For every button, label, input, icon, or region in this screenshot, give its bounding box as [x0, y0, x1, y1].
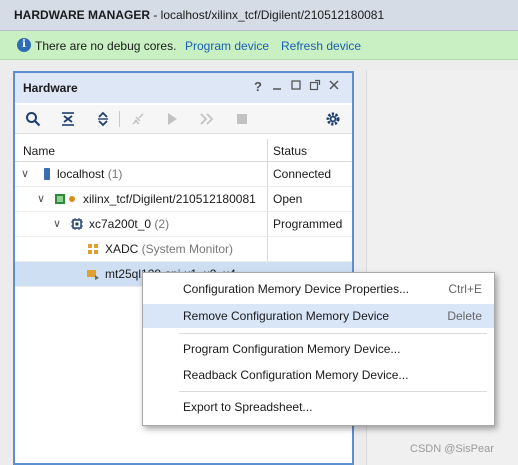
status-dot-icon: [68, 193, 76, 205]
row-status: Programmed: [273, 217, 343, 231]
panel-title-bar: Hardware ?: [15, 73, 352, 103]
menu-item-label: Readback Configuration Memory Device...: [183, 368, 409, 382]
auto-connect-icon[interactable]: [129, 110, 147, 128]
row-name: XADC (System Monitor): [105, 242, 234, 256]
menu-item-export[interactable]: Export to Spreadsheet...: [143, 395, 494, 419]
menu-item-program[interactable]: Program Configuration Memory Device...: [143, 337, 494, 361]
menu-item-shortcut: Delete: [447, 309, 482, 323]
context-menu: Configuration Memory Device Properties..…: [142, 272, 495, 426]
gear-icon[interactable]: [324, 110, 342, 128]
column-status-header[interactable]: Status: [273, 144, 307, 158]
row-status: Open: [273, 192, 303, 206]
server-icon: [41, 168, 53, 180]
menu-item-readback[interactable]: Readback Configuration Memory Device...: [143, 363, 494, 387]
info-icon: i: [17, 38, 31, 52]
chip-icon: [71, 218, 83, 230]
row-name: xilinx_tcf/Digilent/210512180081: [83, 192, 256, 206]
tree-header: Name Status: [15, 139, 352, 162]
menu-item-label: Export to Spreadsheet...: [183, 400, 313, 414]
panel-title: Hardware: [23, 81, 78, 95]
search-icon[interactable]: [24, 110, 42, 128]
program-device-link[interactable]: Program device: [185, 39, 269, 53]
menu-separator: [179, 391, 487, 392]
maximize-icon[interactable]: [288, 79, 304, 94]
toolbar-separator: [119, 111, 120, 127]
info-banner: i There are no debug cores. Program devi…: [0, 31, 518, 60]
refresh-device-link[interactable]: Refresh device: [281, 39, 361, 53]
column-name-header[interactable]: Name: [23, 144, 55, 158]
row-name: xc7a200t_0 (2): [89, 217, 170, 231]
banner-message: There are no debug cores.: [35, 39, 177, 53]
stop-icon[interactable]: [233, 110, 251, 128]
close-icon[interactable]: [326, 79, 342, 94]
menu-item-label: Remove Configuration Memory Device: [183, 309, 390, 323]
menu-item-shortcut: Ctrl+E: [448, 282, 482, 296]
menu-item-label: Configuration Memory Device Properties..…: [183, 282, 410, 296]
menu-separator: [179, 333, 487, 334]
panel-toolbar: [15, 105, 352, 134]
menu-item-label: Program Configuration Memory Device...: [183, 342, 401, 356]
minimize-icon[interactable]: [269, 79, 285, 94]
help-icon[interactable]: ?: [250, 79, 266, 94]
tree-row-localhost[interactable]: ∨ localhost (1) Connected: [15, 162, 352, 187]
tree-row-xadc[interactable]: XADC (System Monitor): [15, 237, 352, 262]
window-title-bar: HARDWARE MANAGER - localhost/xilinx_tcf/…: [0, 0, 518, 31]
chevron-down-icon[interactable]: ∨: [21, 167, 29, 180]
run-all-icon[interactable]: [198, 110, 216, 128]
memory-icon: [87, 268, 99, 280]
window-title: HARDWARE MANAGER - localhost/xilinx_tcf/…: [14, 8, 385, 22]
chevron-down-icon[interactable]: ∨: [37, 192, 45, 205]
float-icon[interactable]: [307, 79, 323, 94]
chevron-down-icon[interactable]: ∨: [53, 217, 61, 230]
row-status: Connected: [273, 167, 332, 181]
collapse-all-icon[interactable]: [59, 110, 77, 128]
tree-row-device[interactable]: ∨ xc7a200t_0 (2) Programmed: [15, 212, 352, 237]
menu-item-remove[interactable]: Remove Configuration Memory Device Delet…: [143, 304, 494, 328]
board-icon: [55, 193, 67, 205]
watermark: CSDN @SisPear: [410, 443, 494, 455]
run-icon[interactable]: [163, 110, 181, 128]
sysmon-icon: [87, 243, 99, 255]
row-name: localhost (1): [57, 167, 123, 181]
menu-item-properties[interactable]: Configuration Memory Device Properties..…: [143, 277, 494, 301]
tree-row-target[interactable]: ∨ xilinx_tcf/Digilent/210512180081 Open: [15, 187, 352, 212]
expand-all-icon[interactable]: [94, 110, 112, 128]
